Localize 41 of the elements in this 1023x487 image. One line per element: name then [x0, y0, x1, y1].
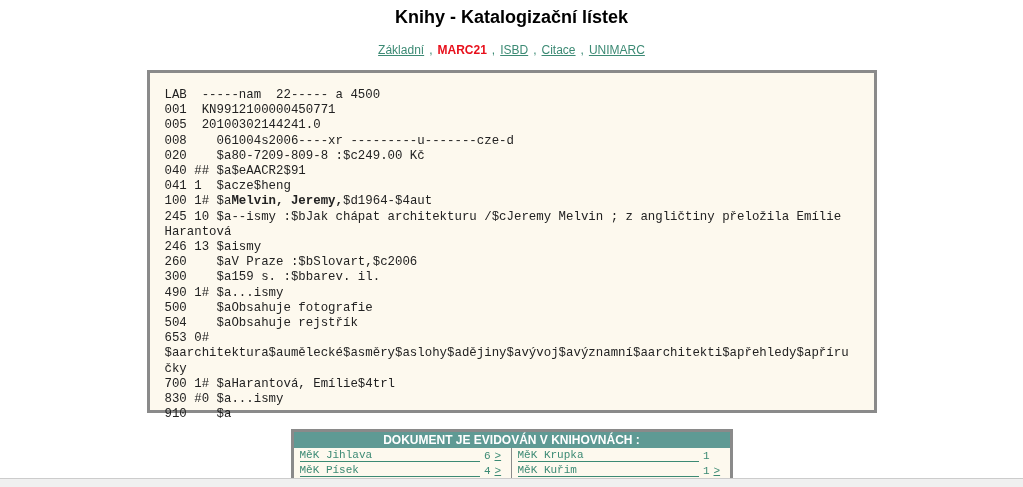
record-line: 910 $a — [164, 407, 233, 423]
record-line: 246 13 $aismy — [164, 240, 263, 256]
page-title: Knihy - Katalogizační lístek — [394, 6, 629, 28]
copy-count: 1 — [702, 464, 710, 477]
separator-comma: , — [491, 43, 496, 57]
format-link[interactable]: UNIMARC — [588, 43, 645, 57]
format-link[interactable]: MARC21 — [437, 43, 487, 57]
separator-comma: , — [533, 43, 537, 57]
library-link[interactable]: MěK Krupka — [517, 449, 699, 462]
record-line: 504 $aObsahuje rejstřík — [164, 316, 359, 332]
record-line: 001 KN9912100000450771 — [164, 103, 337, 119]
record-line: 653 0# $aarchitektura$aumělecké$asměry$aslohy$adějiny$avývoj$avýznamní$aarchitekti$apřehledy$apříručky — [164, 331, 850, 377]
details-link[interactable]: > — [713, 464, 724, 477]
record-line: 100 1# $aMelvin, Jeremy,$d1964-$4aut — [164, 194, 434, 210]
record-line: LAB -----nam 22----- a 4500 — [164, 88, 382, 104]
record-line: 260 $aV Praze :$bSlovart,$c2006 — [164, 255, 419, 271]
record-line: 020 $a80-7209-809-8 :$c249.00 Kč — [164, 148, 426, 164]
record-line: 700 1# $aHarantová, Emílie$4trl — [164, 376, 396, 393]
copy-count: 6 — [483, 449, 491, 462]
format-link[interactable]: Základní — [378, 43, 425, 57]
separator-comma: , — [429, 43, 433, 57]
details-link[interactable]: > — [494, 464, 505, 477]
record-line: 245 10 $a--ismy :$bJak chápat architekturu /$cJeremy Melvin ; z angličtiny přeložila Emílie Harantová — [164, 209, 843, 241]
separator-comma: , — [580, 43, 584, 57]
record-line: 500 $aObsahuje fotografie — [164, 300, 374, 317]
library-link[interactable]: MěK Jihlava — [299, 449, 480, 462]
format-link[interactable]: Citace — [541, 43, 576, 57]
copy-count: 1 — [702, 449, 710, 462]
record-line: 490 1# $a...ismy — [164, 285, 285, 301]
record-line: 040 ## $a$eAACR2$91 — [164, 164, 307, 180]
library-link[interactable]: MěK Písek — [299, 464, 480, 477]
format-link[interactable]: ISBD — [500, 43, 529, 57]
library-table-header: DOKUMENT JE EVIDOVÁN V KNIHOVNÁCH : — [293, 432, 730, 448]
library-link[interactable]: MěK Kuřim — [517, 464, 699, 477]
record-line: 830 #0 $a...ismy — [164, 392, 285, 408]
record-line: 041 1 $acze$heng — [164, 179, 292, 195]
record-line: 005 20100302144241.0 — [164, 118, 322, 134]
record-line: 008 061004s2006----xr ---------u-------cze-d — [164, 133, 515, 149]
details-link[interactable]: > — [494, 449, 505, 462]
copy-count: 4 — [483, 464, 491, 477]
record-line: 300 $a159 s. :$bbarev. il. — [164, 270, 382, 286]
